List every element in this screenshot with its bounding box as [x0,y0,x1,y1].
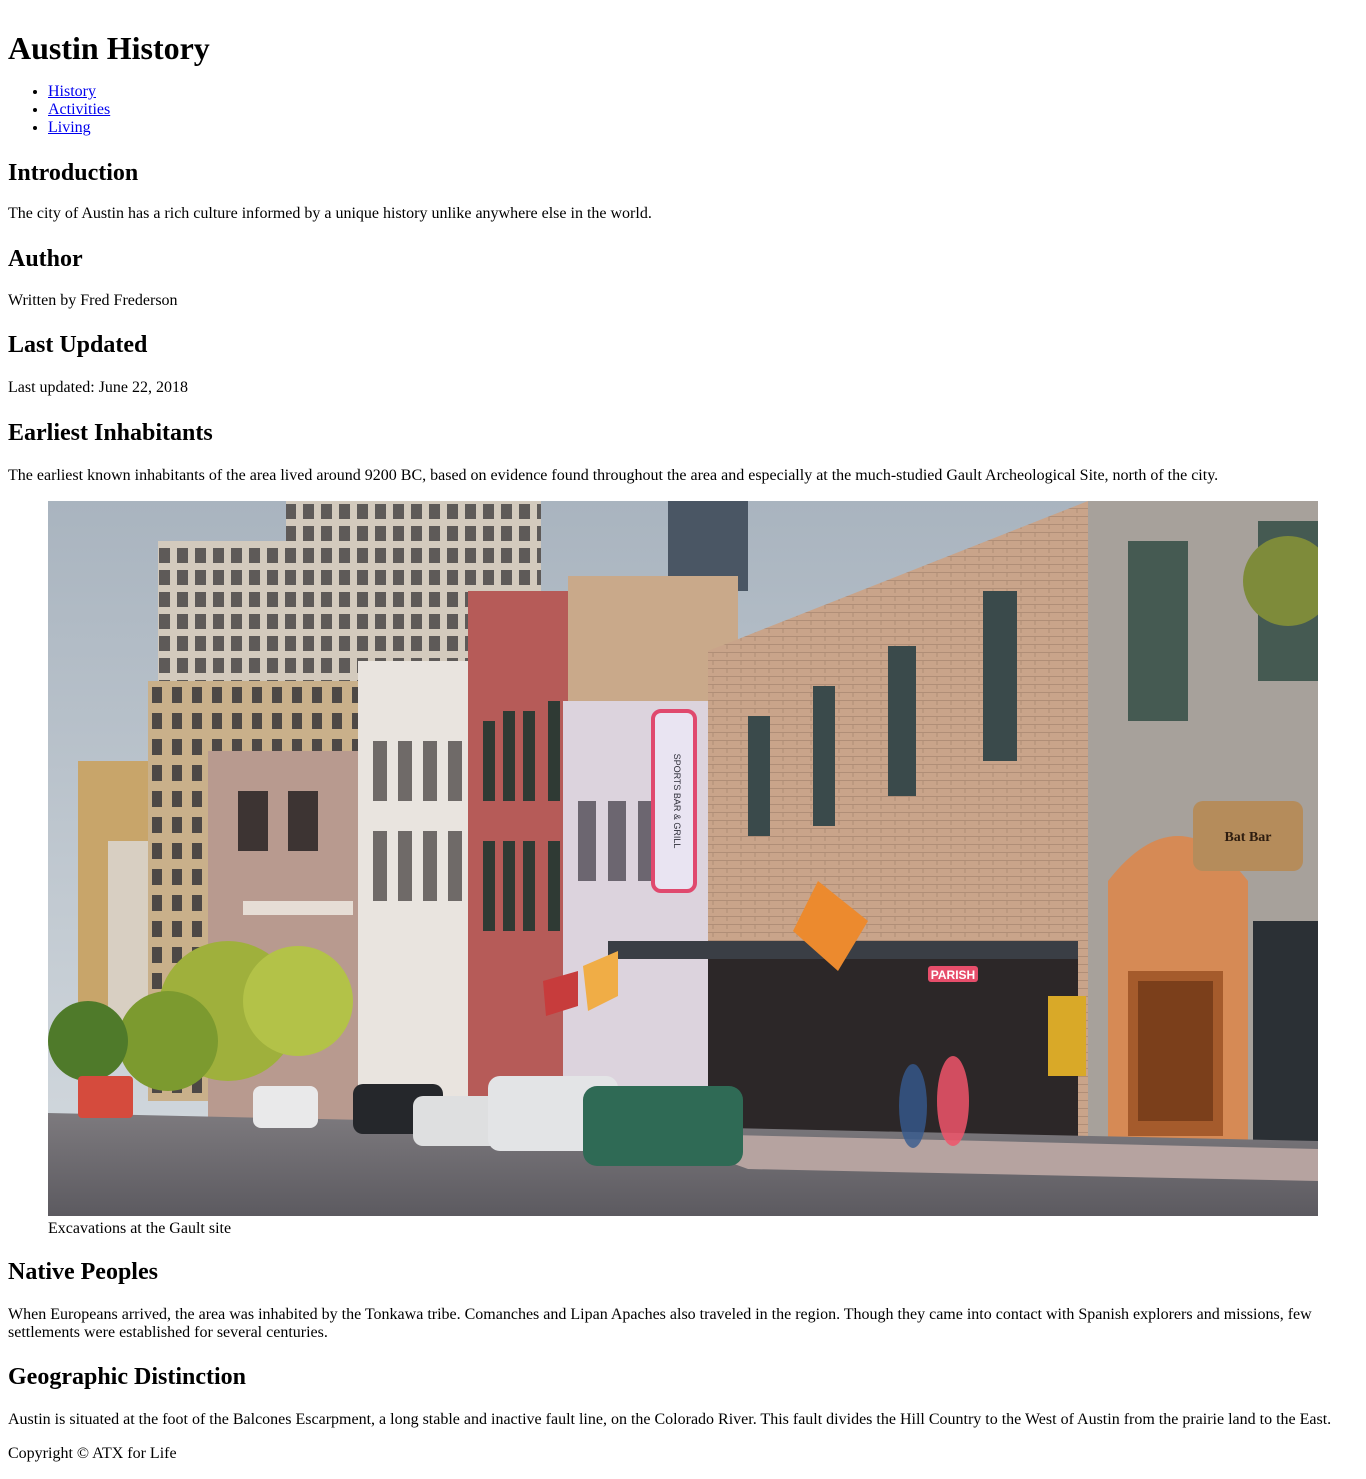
native-peoples-heading: Native Peoples [8,1259,158,1285]
nav-item-activities: Activities [48,101,1358,119]
earliest-inhabitants-heading: Earliest Inhabitants [8,420,213,446]
copyright-footer: Copyright © ATX for Life [8,1445,177,1462]
native-peoples-text: When Europeans arrived, the area was inh… [8,1306,1312,1341]
last-updated-heading: Last Updated [8,332,148,358]
introduction-heading: Introduction [8,160,139,186]
nav-link-history[interactable]: History [48,83,96,100]
figure-caption: Excavations at the Gault site [48,1220,232,1237]
bat-bar-sign-text: Bat Bar [1224,830,1271,845]
nav-list: History Activities Living [8,83,1358,137]
parish-sign-text: PARISH [931,968,975,982]
geographic-distinction-text: Austin is situated at the foot of the Ba… [8,1411,1332,1428]
earliest-inhabitants-text: The earliest known inhabitants of the ar… [8,467,1219,484]
author-heading: Author [8,246,83,272]
street-photo: SPORTS BAR & GRILL PARISH Bat Bar [48,501,1318,1216]
introduction-text: The city of Austin has a rich culture in… [8,205,652,222]
nav-link-living[interactable]: Living [48,119,91,136]
geographic-distinction-heading: Geographic Distinction [8,1364,246,1390]
last-updated-text: Last updated: June 22, 2018 [8,379,188,396]
page-title: Austin History [8,30,210,66]
sports-bar-sign-text: SPORTS BAR & GRILL [672,754,682,849]
figure-gault-site: SPORTS BAR & GRILL PARISH Bat Bar Excava… [48,501,1318,1238]
nav-item-living: Living [48,119,1358,137]
nav-link-activities[interactable]: Activities [48,101,110,118]
author-text: Written by Fred Frederson [8,292,178,309]
nav-item-history: History [48,83,1358,101]
